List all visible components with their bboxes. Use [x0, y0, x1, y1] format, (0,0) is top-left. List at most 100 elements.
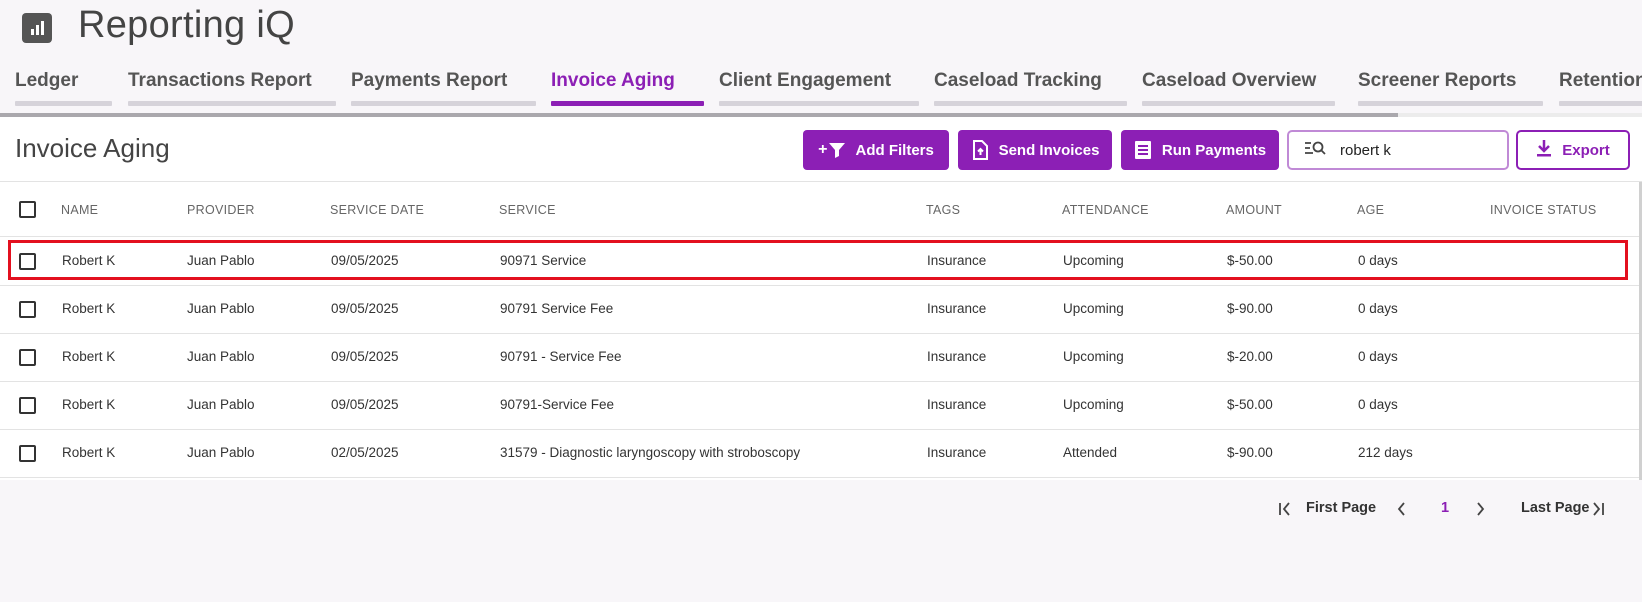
tab-label: Caseload Tracking: [934, 70, 1102, 91]
cell-tags: Insurance: [927, 253, 987, 268]
search-input[interactable]: [1340, 141, 1490, 159]
add-filters-button[interactable]: + Add Filters: [803, 130, 949, 170]
cell-service-date: 09/05/2025: [331, 349, 399, 364]
tab-label: Invoice Aging: [551, 70, 675, 91]
cell-age: 0 days: [1358, 253, 1398, 268]
run-payments-button[interactable]: Run Payments: [1121, 130, 1279, 170]
cell-attendance: Upcoming: [1063, 397, 1124, 412]
column-header-attendance[interactable]: ATTENDANCE: [1062, 203, 1149, 217]
previous-page-icon[interactable]: [1396, 500, 1408, 523]
search-list-icon: [1304, 140, 1326, 161]
cell-tags: Insurance: [927, 397, 987, 412]
cell-attendance: Attended: [1063, 445, 1118, 460]
column-header-name[interactable]: NAME: [61, 203, 98, 217]
tab-invoice-aging[interactable]: Invoice Aging: [551, 70, 704, 108]
cell-tags: Insurance: [927, 301, 987, 316]
bar-chart-icon: [22, 13, 52, 43]
row-checkbox[interactable]: [19, 445, 36, 462]
cell-age: 0 days: [1358, 301, 1398, 316]
table-header: NAME PROVIDER SERVICE DATE SERVICE TAGS …: [0, 182, 1642, 237]
table-row[interactable]: Robert K Juan Pablo 09/05/2025 90791-Ser…: [0, 382, 1642, 430]
column-header-tags[interactable]: TAGS: [926, 203, 960, 217]
export-label: Export: [1562, 141, 1610, 159]
cell-amount: $-90.00: [1227, 301, 1273, 316]
report-panel: Invoice Aging + Add Filters Send Invoice…: [0, 117, 1642, 480]
tab-label: Caseload Overview: [1142, 70, 1317, 91]
tab-label: Screener Reports: [1358, 70, 1517, 91]
app-header: Reporting iQ: [0, 0, 1642, 58]
table-row[interactable]: Robert K Juan Pablo 02/05/2025 31579 - D…: [0, 430, 1642, 478]
cell-age: 212 days: [1358, 445, 1413, 460]
row-checkbox[interactable]: [19, 253, 36, 270]
cell-provider: Juan Pablo: [187, 445, 255, 460]
cell-service: 90791-Service Fee: [500, 397, 615, 412]
first-page-button[interactable]: First Page: [1306, 500, 1376, 520]
receipt-icon: [1134, 140, 1152, 160]
row-checkbox[interactable]: [19, 301, 36, 318]
cell-name: Robert K: [62, 349, 116, 364]
cell-name: Robert K: [62, 397, 116, 412]
tab-caseload-tracking[interactable]: Caseload Tracking: [934, 70, 1127, 108]
cell-service: 90971 Service: [500, 253, 587, 268]
cell-service-date: 09/05/2025: [331, 301, 399, 316]
last-page-button[interactable]: Last Page: [1521, 500, 1590, 520]
cell-amount: $-90.00: [1227, 445, 1273, 460]
select-all-checkbox[interactable]: [19, 201, 36, 218]
table-row[interactable]: Robert K Juan Pablo 09/05/2025 90791 Ser…: [0, 286, 1642, 334]
tab-transactions-report[interactable]: Transactions Report: [128, 70, 336, 108]
cell-attendance: Upcoming: [1063, 253, 1124, 268]
last-page-icon[interactable]: [1589, 500, 1605, 523]
cell-age: 0 days: [1358, 349, 1398, 364]
next-page-icon[interactable]: [1474, 500, 1486, 523]
cell-tags: Insurance: [927, 445, 987, 460]
row-checkbox[interactable]: [19, 397, 36, 414]
column-header-amount[interactable]: AMOUNT: [1226, 203, 1282, 217]
tab-screener-reports[interactable]: Screener Reports: [1358, 70, 1543, 108]
tab-retention[interactable]: Retention: [1559, 70, 1642, 108]
cell-service: 31579 - Diagnostic laryngoscopy with str…: [500, 445, 801, 460]
cell-provider: Juan Pablo: [187, 301, 255, 316]
cell-provider: Juan Pablo: [187, 349, 255, 364]
cell-name: Robert K: [62, 301, 116, 316]
cell-amount: $-50.00: [1227, 253, 1273, 268]
row-checkbox[interactable]: [19, 349, 36, 366]
cell-service: 90791 - Service Fee: [500, 349, 622, 364]
column-header-age[interactable]: AGE: [1357, 203, 1384, 217]
cell-service: 90791 Service Fee: [500, 301, 614, 316]
column-header-service[interactable]: SERVICE: [499, 203, 556, 217]
add-filters-label: Add Filters: [855, 141, 934, 159]
column-header-service-date[interactable]: SERVICE DATE: [330, 203, 424, 217]
app-title: Reporting iQ: [78, 4, 295, 46]
cell-attendance: Upcoming: [1063, 349, 1124, 364]
cell-service-date: 02/05/2025: [331, 445, 399, 460]
filter-icon: +: [818, 141, 845, 159]
tab-ledger[interactable]: Ledger: [15, 70, 112, 108]
cell-provider: Juan Pablo: [187, 397, 255, 412]
tab-caseload-overview[interactable]: Caseload Overview: [1142, 70, 1335, 108]
export-button[interactable]: Export: [1516, 130, 1630, 170]
search-field[interactable]: [1287, 130, 1509, 170]
cell-service-date: 09/05/2025: [331, 397, 399, 412]
tab-payments-report[interactable]: Payments Report: [351, 70, 536, 108]
send-invoices-button[interactable]: Send Invoices: [958, 130, 1112, 170]
tab-label: Ledger: [15, 70, 79, 91]
table-row[interactable]: Robert K Juan Pablo 09/05/2025 90791 - S…: [0, 334, 1642, 382]
tab-label: Client Engagement: [719, 70, 892, 91]
cell-age: 0 days: [1358, 397, 1398, 412]
tab-client-engagement[interactable]: Client Engagement: [719, 70, 919, 108]
column-header-invoice-status[interactable]: INVOICE STATUS: [1490, 203, 1597, 217]
tab-label: Retention: [1559, 70, 1642, 91]
cell-amount: $-50.00: [1227, 397, 1273, 412]
current-page-number[interactable]: 1: [1441, 500, 1449, 520]
plus-sign: +: [818, 141, 828, 158]
file-upload-icon: [971, 140, 989, 160]
first-page-icon[interactable]: [1278, 500, 1294, 523]
cell-amount: $-20.00: [1227, 349, 1273, 364]
cell-tags: Insurance: [927, 349, 987, 364]
table-row[interactable]: Robert K Juan Pablo 09/05/2025 90971 Ser…: [0, 238, 1642, 286]
report-tabs: Ledger Transactions Report Payments Repo…: [0, 62, 1642, 118]
run-payments-label: Run Payments: [1161, 141, 1267, 159]
column-header-provider[interactable]: PROVIDER: [187, 203, 255, 217]
tab-label: Payments Report: [351, 70, 508, 91]
cell-service-date: 09/05/2025: [331, 253, 399, 268]
